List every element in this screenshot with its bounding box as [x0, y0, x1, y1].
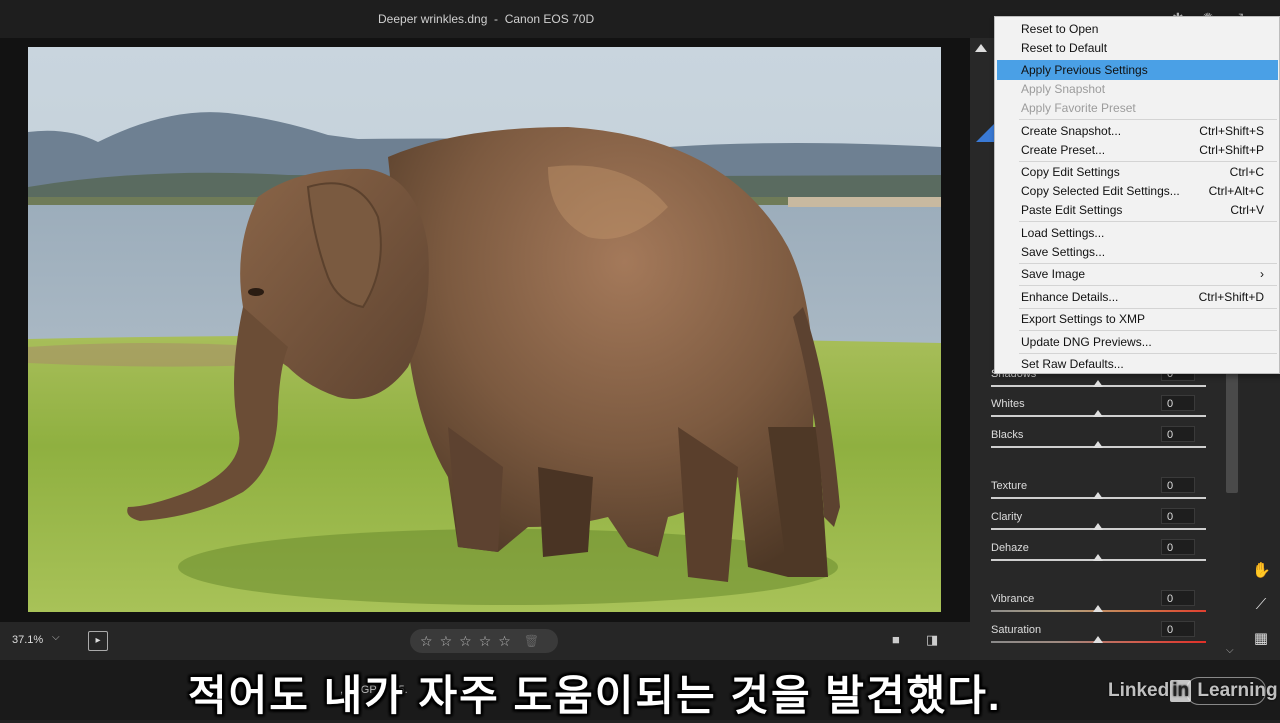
view-toggles: ■ ◨ — [892, 632, 942, 648]
menu-separator — [1019, 221, 1277, 222]
menu-item-update-dng-previews[interactable]: Update DNG Previews... — [997, 332, 1278, 352]
slider-thumb[interactable] — [1093, 380, 1103, 387]
slider-label: Dehaze — [991, 542, 1029, 554]
menu-item-apply-favorite-preset: Apply Favorite Preset — [1021, 101, 1136, 115]
slider-thumb[interactable] — [1093, 636, 1103, 643]
menu-item-set-raw-defaults[interactable]: Set Raw Defaults... — [997, 354, 1278, 374]
filmstrip-toggle-icon[interactable]: ▸ — [88, 631, 108, 651]
star-rating: ☆ ☆ ☆ ☆ ☆ 🗑 — [410, 629, 558, 653]
linkedin-learning-watermark: Linked in Learning — [1108, 680, 1278, 702]
menu-item-reset-to-open[interactable]: Reset to Open — [997, 19, 1278, 39]
star-4-icon[interactable]: ☆ — [479, 634, 492, 648]
menu-item-copy-selected-edit-settings[interactable]: Copy Selected Edit Settings... Ctrl+Alt+C — [997, 181, 1278, 201]
compare-toggle-icon[interactable]: ■ — [892, 632, 908, 648]
menu-separator — [1019, 119, 1277, 120]
star-5-icon[interactable]: ☆ — [498, 634, 511, 648]
menu-item-paste-edit-settings[interactable]: Paste Edit Settings Ctrl+V — [997, 200, 1278, 220]
star-2-icon[interactable]: ☆ — [440, 634, 453, 648]
slider-thumb[interactable] — [1093, 410, 1103, 417]
slider-label: Vibrance — [991, 593, 1035, 605]
before-after-icon[interactable]: ◨ — [926, 632, 942, 648]
menu-item-save-settings[interactable]: Save Settings... — [997, 242, 1278, 262]
menu-item-apply-snapshot: Apply Snapshot — [1021, 82, 1106, 96]
slider-value-input[interactable]: 0 — [1161, 426, 1195, 442]
slider-value-input[interactable]: 0 — [1161, 590, 1195, 606]
bottom-toolbar: 37.1% ⌵ ▸ ☆ ☆ ☆ ☆ ☆ 🗑 ■ ◨ — [0, 622, 970, 660]
slider-thumb[interactable] — [1093, 523, 1103, 530]
menu-item-load-settings[interactable]: Load Settings... — [997, 223, 1278, 243]
menu-item-enhance-details[interactable]: Enhance Details... Ctrl+Shift+D — [997, 287, 1278, 307]
slider-thumb[interactable] — [1093, 492, 1103, 499]
elephant-photo — [28, 47, 941, 612]
slider-thumb[interactable] — [1093, 605, 1103, 612]
slider-label: Texture — [991, 480, 1028, 492]
menu-item-create-snapshot[interactable]: Create Snapshot... Ctrl+Shift+S — [997, 121, 1278, 141]
star-3-icon[interactable]: ☆ — [459, 634, 472, 648]
context-menu: Reset to Open Reset to Default Apply Pre… — [994, 16, 1280, 374]
zoom-level[interactable]: 37.1% — [12, 634, 43, 646]
histogram — [976, 124, 994, 142]
hand-icon[interactable]: ✋ — [1252, 562, 1271, 580]
menu-item-copy-edit-settings[interactable]: Copy Edit Settings Ctrl+C — [997, 162, 1278, 182]
slider-thumb[interactable] — [1093, 441, 1103, 448]
slider-label: Saturation — [991, 624, 1042, 636]
slider-label: Blacks — [991, 429, 1024, 441]
slider-thumb[interactable] — [1093, 554, 1103, 561]
star-1-icon[interactable]: ☆ — [420, 634, 433, 648]
menu-separator — [1019, 285, 1277, 286]
menu-item-create-preset[interactable]: Create Preset... Ctrl+Shift+P — [997, 140, 1278, 160]
video-subtitle: 적어도 내가 자주 도움이되는 것을 발견했다. — [188, 672, 1002, 719]
slider-value-input[interactable]: 0 — [1161, 508, 1195, 524]
slider-value-input[interactable]: 0 — [1161, 539, 1195, 555]
window-title: Deeper wrinkles.dng - Canon EOS 70D — [378, 12, 595, 26]
slider-value-input[interactable]: 0 — [1161, 395, 1195, 411]
slider-value-input[interactable]: 0 — [1161, 477, 1195, 493]
slider-value-input[interactable]: 0 — [1161, 621, 1195, 637]
panel-scrollbar[interactable] — [1226, 371, 1238, 493]
menu-item-save-image[interactable]: Save Image › — [997, 264, 1278, 284]
menu-item-reset-to-default[interactable]: Reset to Default — [997, 38, 1278, 58]
eyedropper-icon[interactable]: ⟋ — [1252, 596, 1270, 614]
menu-item-apply-previous-settings[interactable]: Apply Previous Settings — [997, 60, 1278, 80]
clipping-warning-icon[interactable] — [975, 44, 987, 52]
slider-label: Clarity — [991, 511, 1023, 523]
chevron-right-icon: › — [1260, 267, 1264, 281]
trash-icon[interactable]: 🗑 — [524, 634, 539, 648]
grid-icon[interactable]: ▦ — [1252, 630, 1270, 648]
chevron-down-icon[interactable]: ⌵ — [52, 632, 60, 643]
menu-separator — [1019, 330, 1277, 331]
menu-item-export-settings-to-xmp[interactable]: Export Settings to XMP — [997, 309, 1278, 329]
slider-label: Whites — [991, 398, 1025, 410]
chevron-down-icon[interactable]: ⌵ — [1226, 645, 1234, 656]
